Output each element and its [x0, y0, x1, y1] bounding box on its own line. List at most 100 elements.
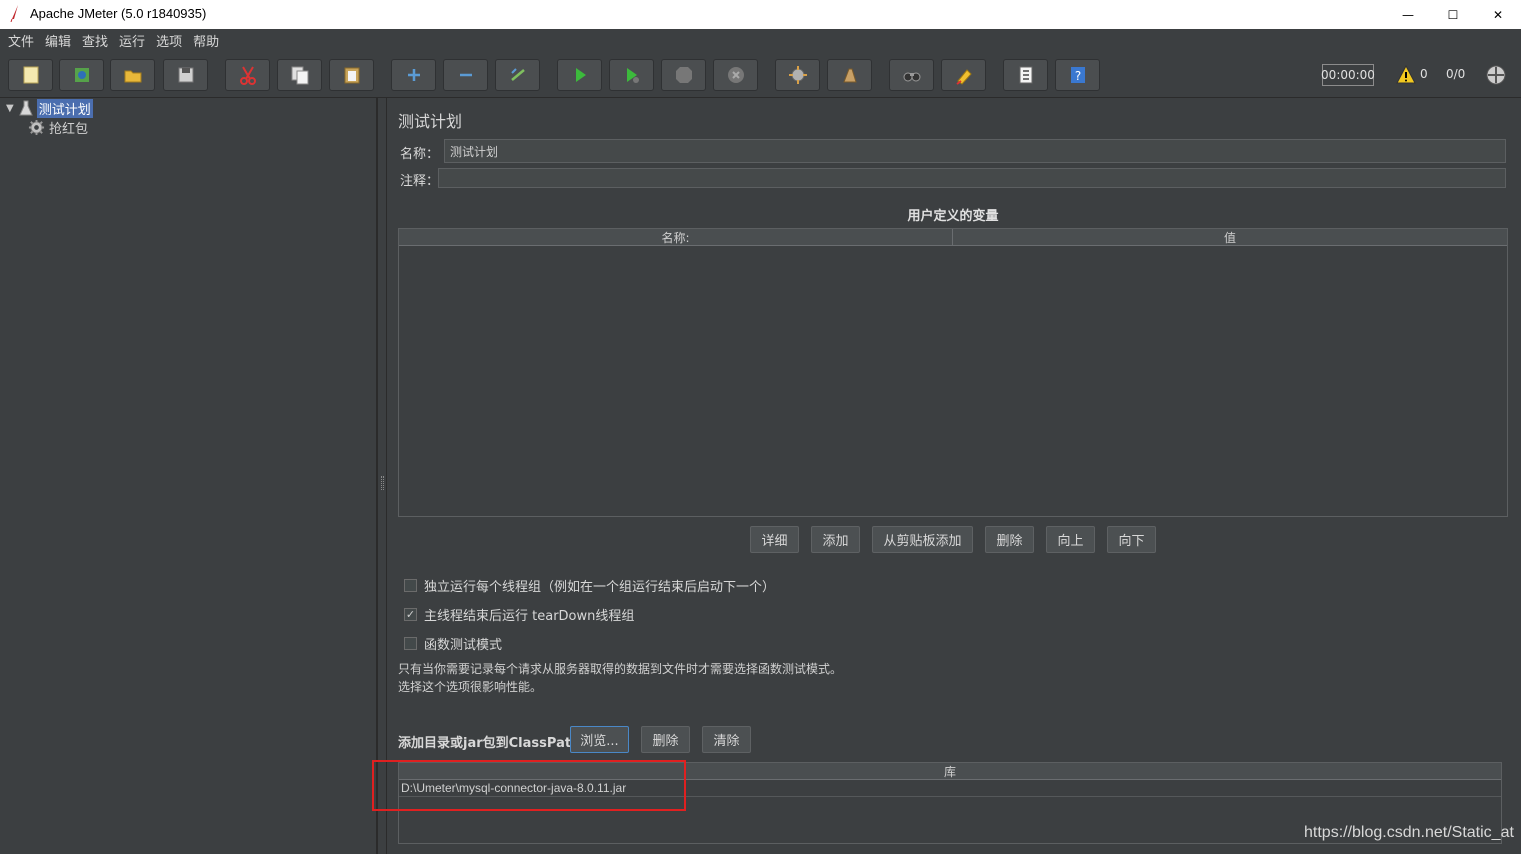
gear-icon — [28, 119, 45, 135]
menu-options[interactable]: 选项 — [152, 31, 189, 50]
clear-all-button[interactable] — [827, 59, 872, 91]
search-button[interactable] — [889, 59, 934, 91]
thread-count: 0/0 — [1446, 67, 1466, 81]
checkbox-box[interactable] — [404, 579, 417, 592]
user-variables-table[interactable]: 名称: 值 — [398, 228, 1508, 517]
move-up-button[interactable]: 向上 — [1046, 526, 1095, 553]
collapse-icon — [459, 73, 472, 77]
add-button[interactable]: 添加 — [811, 526, 860, 553]
clear-icon — [788, 66, 807, 84]
menu-search[interactable]: 查找 — [78, 31, 115, 50]
menu-run[interactable]: 运行 — [115, 31, 152, 50]
save-icon — [178, 67, 193, 83]
run-teardown-checkbox[interactable]: ✓ 主线程结束后运行 tearDown线程组 — [404, 605, 634, 624]
window-title: Apache JMeter (5.0 r1840935) — [30, 6, 207, 21]
warning-icon[interactable] — [1396, 65, 1416, 84]
clear-all-icon — [842, 68, 857, 83]
templates-button[interactable] — [59, 59, 104, 91]
minimize-button[interactable]: — — [1385, 0, 1431, 29]
start-no-pause-button[interactable] — [609, 59, 654, 91]
reset-search-icon — [955, 69, 972, 85]
menu-bar: 文件 编辑 查找 运行 选项 帮助 — [0, 29, 1521, 52]
detail-button[interactable]: 详细 — [750, 526, 799, 553]
elapsed-timer: 00:00:00 — [1321, 64, 1375, 86]
browse-button[interactable]: 浏览... — [570, 726, 629, 753]
watermark-text: https://blog.csdn.net/Static_at — [1304, 824, 1514, 841]
search-icon — [903, 72, 920, 82]
paste-icon — [344, 67, 359, 84]
test-plan-icon — [18, 100, 33, 116]
jmeter-feather-icon — [10, 5, 18, 22]
functional-mode-hint-line2: 选择这个选项很影响性能。 — [398, 680, 543, 694]
column-header-value[interactable]: 值 — [953, 229, 1507, 246]
help-icon: ? — [1070, 67, 1085, 83]
templates-icon — [74, 68, 89, 82]
expand-icon — [407, 69, 420, 81]
open-button[interactable] — [110, 59, 155, 91]
copy-icon — [291, 66, 308, 85]
splitter-grip[interactable] — [381, 476, 384, 490]
menu-help[interactable]: 帮助 — [189, 31, 226, 50]
shutdown-icon — [727, 67, 744, 83]
classpath-clear-button[interactable]: 清除 — [702, 726, 751, 753]
tree-node-test-plan[interactable]: ▼ 测试计划 — [6, 98, 93, 118]
comment-field[interactable] — [438, 168, 1506, 188]
tree-label-thread-group[interactable]: 抢红包 — [49, 118, 88, 137]
start-no-pause-icon — [626, 68, 639, 83]
toggle-icon — [510, 68, 525, 81]
stop-icon — [675, 67, 692, 83]
checkbox-label: 函数测试模式 — [424, 638, 503, 653]
shutdown-button[interactable] — [713, 59, 758, 91]
cut-button[interactable] — [225, 59, 270, 91]
add-from-clipboard-button[interactable]: 从剪贴板添加 — [872, 526, 973, 553]
function-helper-button[interactable] — [1003, 59, 1048, 91]
copy-button[interactable] — [277, 59, 322, 91]
functional-test-mode-checkbox[interactable]: 函数测试模式 — [404, 634, 502, 653]
reset-search-button[interactable] — [941, 59, 986, 91]
classpath-delete-button[interactable]: 删除 — [641, 726, 690, 753]
toolbar: ? — [0, 52, 1521, 98]
minimize-icon: — — [1402, 7, 1414, 22]
menu-file[interactable]: 文件 — [4, 31, 41, 50]
paste-button[interactable] — [329, 59, 374, 91]
run-thread-groups-consecutively-checkbox[interactable]: 独立运行每个线程组（例如在一个组运行结束后启动下一个） — [404, 576, 775, 595]
checkbox-label: 独立运行每个线程组（例如在一个组运行结束后启动下一个） — [424, 580, 776, 595]
checkbox-box-checked[interactable]: ✓ — [404, 608, 417, 621]
checkbox-box[interactable] — [404, 637, 417, 650]
collapse-all-button[interactable] — [443, 59, 488, 91]
svg-text:?: ? — [1074, 69, 1080, 83]
page-title: 测试计划 — [398, 112, 463, 131]
close-button[interactable]: ✕ — [1475, 0, 1521, 29]
stop-button[interactable] — [661, 59, 706, 91]
name-field[interactable]: 测试计划 — [444, 139, 1506, 163]
highlight-annotation-box — [372, 760, 686, 811]
expand-all-button[interactable] — [391, 59, 436, 91]
panel-splitter[interactable] — [377, 98, 387, 854]
start-icon — [575, 68, 586, 82]
test-tree-panel: ▼ 测试计划 抢红包 — [2, 98, 377, 854]
column-header-name[interactable]: 名称: — [399, 229, 953, 246]
user-variables-title: 用户定义的变量 — [907, 209, 999, 224]
cut-icon — [239, 66, 256, 85]
tree-label-test-plan[interactable]: 测试计划 — [36, 98, 93, 118]
clear-button[interactable] — [775, 59, 820, 91]
test-plan-panel: 测试计划 名称： 测试计划 注释： 用户定义的变量 名称: 值 详细 添加 从剪… — [388, 98, 1521, 854]
expand-arrow-icon[interactable]: ▼ — [6, 103, 14, 114]
help-button[interactable]: ? — [1055, 59, 1100, 91]
remote-engine-icon[interactable] — [1485, 64, 1507, 86]
new-button[interactable] — [8, 59, 53, 91]
classpath-label: 添加目录或jar包到ClassPath — [398, 736, 581, 751]
start-button[interactable] — [557, 59, 602, 91]
comment-label: 注释： — [400, 174, 440, 189]
new-icon — [23, 66, 38, 84]
maximize-icon: ☐ — [1447, 7, 1459, 22]
save-button[interactable] — [163, 59, 208, 91]
toggle-button[interactable] — [495, 59, 540, 91]
maximize-button[interactable]: ☐ — [1430, 0, 1476, 29]
delete-button[interactable]: 删除 — [985, 526, 1034, 553]
tree-node-thread-group[interactable]: 抢红包 — [28, 118, 88, 137]
window-titlebar: Apache JMeter (5.0 r1840935) — ☐ ✕ — [0, 0, 1521, 29]
move-down-button[interactable]: 向下 — [1107, 526, 1156, 553]
menu-edit[interactable]: 编辑 — [41, 31, 78, 50]
functional-mode-hint-line1: 只有当你需要记录每个请求从服务器取得的数据到文件时才需要选择函数测试模式。 — [398, 662, 843, 676]
